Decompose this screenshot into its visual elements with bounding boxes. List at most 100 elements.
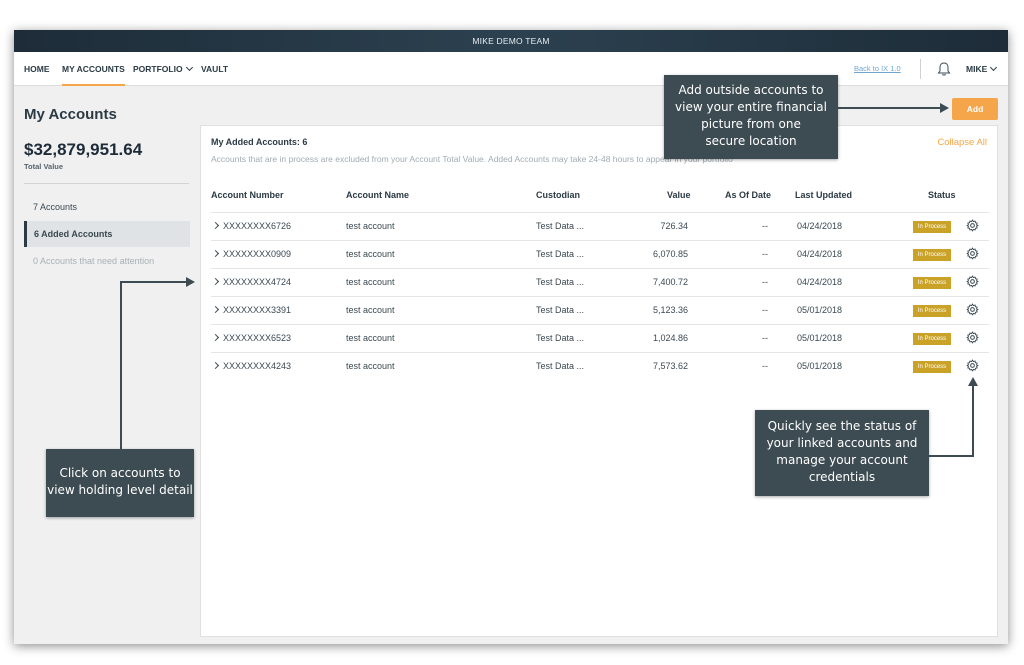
column-header-last-updated[interactable]: Last Updated xyxy=(795,190,852,200)
column-header-value[interactable]: Value xyxy=(667,190,691,200)
callout-line: Quickly see the status of xyxy=(767,419,917,433)
add-account-button[interactable]: Add xyxy=(952,98,998,120)
account-name-cell: test account xyxy=(346,221,395,231)
column-header-status[interactable]: Status xyxy=(928,190,956,200)
last-updated-cell: 05/01/2018 xyxy=(797,333,843,343)
column-header-as-of-date[interactable]: As Of Date xyxy=(725,190,771,200)
account-name-cell: test account xyxy=(346,277,395,287)
gear-icon[interactable] xyxy=(966,303,979,316)
status-badge: In Process xyxy=(913,249,951,261)
value-cell: 5,123.36 xyxy=(652,305,688,315)
chevron-right-icon xyxy=(211,361,220,370)
gear-icon[interactable] xyxy=(966,247,979,260)
as-of-date-cell: -- xyxy=(762,305,768,315)
column-header-custodian[interactable]: Custodian xyxy=(536,190,580,200)
callout-connector xyxy=(120,281,122,449)
last-updated-cell: 04/24/2018 xyxy=(797,277,843,287)
gear-icon[interactable] xyxy=(966,219,979,232)
account-number-cell[interactable]: XXXXXXXX3391 xyxy=(211,297,291,324)
back-to-ix-link[interactable]: Back to IX 1.0 xyxy=(854,52,901,86)
last-updated-cell: 04/24/2018 xyxy=(797,221,843,231)
status-callout: Quickly see the status of your linked ac… xyxy=(755,410,929,496)
callout-connector xyxy=(972,386,974,457)
chevron-right-icon xyxy=(211,305,220,314)
added-accounts-panel: My Added Accounts: 6 Accounts that are i… xyxy=(200,125,998,637)
collapse-all-link[interactable]: Collapse All xyxy=(937,137,987,148)
value-cell: 726.34 xyxy=(660,221,688,231)
account-number-cell[interactable]: XXXXXXXX0909 xyxy=(211,241,292,268)
last-updated-cell: 05/01/2018 xyxy=(797,361,843,371)
add-accounts-callout: Add outside accounts to view your entire… xyxy=(664,75,838,159)
user-menu[interactable]: MIKE xyxy=(966,52,998,86)
user-name: MIKE xyxy=(966,64,988,74)
account-number: XXXXXXXX0909 xyxy=(223,249,292,259)
last-updated-cell: 05/01/2018 xyxy=(797,305,843,315)
status-badge: In Process xyxy=(913,277,951,289)
chevron-right-icon xyxy=(211,249,220,258)
status-badge: In Process xyxy=(913,361,951,373)
callout-line: your linked accounts and xyxy=(766,436,918,450)
account-number: XXXXXXXX6726 xyxy=(223,221,292,231)
callout-line: picture from one xyxy=(701,117,801,131)
account-name-cell: test account xyxy=(346,249,395,259)
nav-home[interactable]: HOME xyxy=(24,52,50,86)
account-name-cell: test account xyxy=(346,305,395,315)
click-accounts-callout: Click on accounts to view holding level … xyxy=(46,449,194,517)
as-of-date-cell: -- xyxy=(762,277,768,287)
chevron-right-icon xyxy=(211,277,220,286)
callout-connector xyxy=(838,107,942,109)
column-header-account-name[interactable]: Account Name xyxy=(346,190,409,200)
nav-divider xyxy=(920,59,921,79)
table-row[interactable]: XXXXXXXX6523 test account Test Data ... 1,0… xyxy=(211,324,989,352)
value-cell: 6,070.85 xyxy=(652,249,688,259)
account-number-cell[interactable]: XXXXXXXX6523 xyxy=(211,325,292,352)
chevron-right-icon xyxy=(211,221,220,230)
custodian-cell: Test Data ... xyxy=(536,277,585,287)
custodian-cell: Test Data ... xyxy=(536,305,585,315)
custodian-cell: Test Data ... xyxy=(536,333,585,343)
callout-line: Add outside accounts to xyxy=(678,83,824,97)
column-header-account-number[interactable]: Account Number xyxy=(211,190,284,200)
account-number: XXXXXXXX6523 xyxy=(223,333,292,343)
status-badge: In Process xyxy=(913,333,951,345)
status-badge: In Process xyxy=(913,221,951,233)
gear-icon[interactable] xyxy=(966,275,979,288)
last-updated-cell: 04/24/2018 xyxy=(797,249,843,259)
value-cell: 1,024.86 xyxy=(652,333,688,343)
status-badge: In Process xyxy=(913,305,951,317)
sidebar-item-all-accounts[interactable]: 7 Accounts xyxy=(24,194,190,220)
as-of-date-cell: -- xyxy=(762,361,768,371)
table-row[interactable]: XXXXXXXX3391 test account Test Data ... 5,1… xyxy=(211,296,989,324)
table-row[interactable]: XXXXXXXX0909 test account Test Data ... 6,0… xyxy=(211,240,989,268)
sidebar-item-added-accounts[interactable]: 6 Added Accounts xyxy=(24,221,190,247)
sidebar-item-need-attention[interactable]: 0 Accounts that need attention xyxy=(24,248,190,274)
callout-line: view holding level detail xyxy=(47,483,193,497)
arrow-right-icon xyxy=(940,103,949,113)
nav-vault[interactable]: VAULT xyxy=(201,52,228,86)
gear-icon[interactable] xyxy=(966,331,979,344)
account-number-cell[interactable]: XXXXXXXX4243 xyxy=(211,353,291,380)
value-cell: 7,573.62 xyxy=(652,361,688,371)
account-number-cell[interactable]: XXXXXXXX4724 xyxy=(211,269,291,296)
callout-connector xyxy=(120,281,188,283)
main-nav: HOME MY ACCOUNTS PORTFOLIO VAULT Back to… xyxy=(14,52,1008,86)
total-value-label: Total Value xyxy=(24,162,64,171)
table-row[interactable]: XXXXXXXX4243 test account Test Data ... 7,5… xyxy=(211,352,989,380)
value-cell: 7,400.72 xyxy=(652,277,688,287)
custodian-cell: Test Data ... xyxy=(536,221,585,231)
nav-portfolio-label: PORTFOLIO xyxy=(133,64,183,74)
account-number-cell[interactable]: XXXXXXXX6726 xyxy=(211,213,292,240)
as-of-date-cell: -- xyxy=(762,221,768,231)
callout-connector xyxy=(929,455,974,457)
table-row[interactable]: XXXXXXXX6726 test account Test Data ... 726… xyxy=(211,212,989,240)
chevron-down-icon xyxy=(185,63,193,72)
callout-line: view your entire financial xyxy=(675,100,827,114)
nav-my-accounts[interactable]: MY ACCOUNTS xyxy=(62,52,125,86)
table-row[interactable]: XXXXXXXX4724 test account Test Data ... 7,4… xyxy=(211,268,989,296)
nav-portfolio[interactable]: PORTFOLIO xyxy=(133,52,193,86)
gear-icon[interactable] xyxy=(966,359,979,372)
account-name-cell: test account xyxy=(346,361,395,371)
bell-icon[interactable] xyxy=(936,61,952,77)
callout-line: manage your account xyxy=(776,453,908,467)
as-of-date-cell: -- xyxy=(762,333,768,343)
